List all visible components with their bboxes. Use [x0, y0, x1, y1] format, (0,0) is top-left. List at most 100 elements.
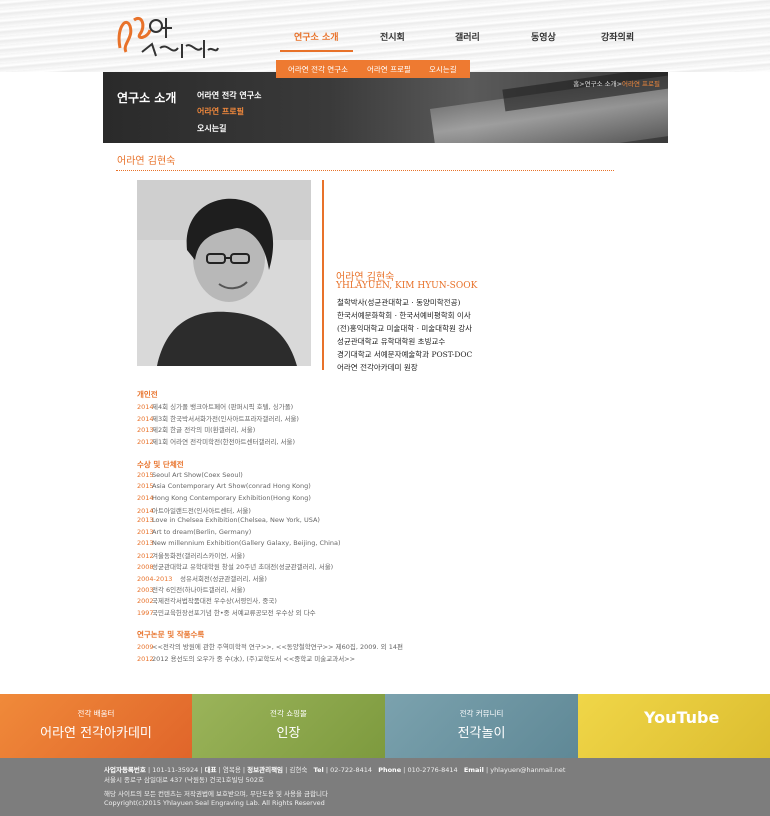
- history-row: 2003전각 6인전(하나아트갤러리, 서울): [137, 584, 245, 594]
- portrait-image: [137, 180, 311, 366]
- page-title: 어라연 김현숙: [117, 156, 176, 167]
- solo-exhibition-heading: 개인전: [137, 390, 158, 399]
- footer-address: 서울시 종로구 삼일대로 437 (낙원동) 건국1호빌딩 502호: [104, 776, 265, 784]
- footer-youtube-link[interactable]: YouTube: [578, 694, 770, 758]
- footer-email-link[interactable]: yhlayuen@hanmail.net: [490, 766, 565, 774]
- history-text: Art to dream(Berlin, Germany): [152, 527, 252, 536]
- banner-title: 연구소 소개: [117, 91, 177, 105]
- history-year: 2013: [137, 527, 154, 536]
- history-row: 2004-2013 성유서회전(성균관갤러리, 서울): [137, 573, 267, 583]
- footer-company-line: 사업자등록번호 | 101-11-35924 | 대표 | 염복용 | 정보관리…: [104, 766, 566, 774]
- history-text: 제2회 한글 전각의 미(환갤러리, 서울): [152, 426, 256, 434]
- footer-community-mark: 전각놀이: [457, 726, 506, 741]
- footer-copyright: Copyright(c)2015 Yhlayuen Seal Engraving…: [104, 799, 325, 807]
- sub-nav: 어라연 전각 연구소 어라연 프로필 오시는길: [276, 60, 470, 78]
- logo-calligraphy-icon: [117, 17, 219, 58]
- history-text: 성유서회전(성균관갤러리, 서울): [180, 574, 267, 583]
- history-row: 2013New millennium Exhibition(Gallery Ga…: [137, 539, 341, 547]
- history-row: 2013제2회 한글 전각의 미(환갤러리, 서울): [137, 424, 255, 434]
- history-year: 2002: [137, 597, 154, 606]
- history-text: New millennium Exhibition(Gallery Galaxy…: [152, 538, 341, 547]
- history-year: 2009: [137, 643, 154, 651]
- bio-line: 어라연 전각아카데미 원장: [337, 363, 418, 372]
- awards-heading: 수상 및 단체전: [137, 460, 184, 469]
- footer-academy-link[interactable]: 전각 배움터 어라연 전각아카데미: [0, 694, 192, 758]
- nav-lecture[interactable]: 강좌의뢰: [601, 30, 634, 43]
- history-row: 2013Art to dream(Berlin, Germany): [137, 528, 251, 536]
- footer-info: 사업자등록번호 | 101-11-35924 | 대표 | 염복용 | 정보관리…: [0, 758, 770, 816]
- history-text: 국민교육헌장선포기념 한•중 서예교류공모전 우수상 외 다수: [152, 608, 316, 617]
- history-year: 2014: [137, 414, 154, 423]
- history-text: 성균관대학교 유학대학원 창설 20주년 초대전(성균관갤러리, 서울): [152, 563, 334, 572]
- breadcrumb: 홈>연구소 소개>어라연 프로필: [573, 78, 660, 88]
- profile-divider: [322, 180, 324, 370]
- bio-line: 한국서예문화학회 · 한국서예비평학회 이사: [337, 311, 471, 320]
- history-row: 2012제1회 어라연 전각미학전(한전아트센터갤러리, 서울): [137, 436, 295, 446]
- history-year: 2013: [137, 538, 154, 547]
- history-text: 제4회 싱가폴 뱅크아트페어 (판퍼시픽 호텔, 싱가폴): [152, 403, 294, 411]
- history-text: 전각 6인전(하나아트갤러리, 서울): [152, 586, 246, 594]
- nav-active-underline: [280, 50, 353, 52]
- history-text: 국제전각서법작품대전 우수상(서령인사, 중국): [152, 597, 277, 606]
- history-year: 2013: [137, 516, 154, 525]
- history-text: 제1회 어라연 전각미학전(한전아트센터갤러리, 서울): [152, 437, 296, 446]
- nav-exhibition[interactable]: 전시회: [380, 30, 405, 43]
- history-row: 2002국제전각서법작품대전 우수상(서령인사, 중국): [137, 595, 277, 605]
- subnav-profile[interactable]: 어라연 프로필: [367, 64, 411, 75]
- side-menu-lab[interactable]: 어라연 전각 연구소: [197, 90, 261, 101]
- history-year: 2004-2013: [137, 574, 173, 583]
- history-year: 2015: [137, 482, 154, 491]
- subnav-directions[interactable]: 오시는길: [429, 64, 457, 75]
- history-row: 2008성균관대학교 유학대학원 창설 20주년 초대전(성균관갤러리, 서울): [137, 561, 333, 571]
- nav-gallery[interactable]: 갤러리: [455, 30, 480, 43]
- history-year: 2003: [137, 586, 154, 594]
- history-text: Love in Chelsea Exhibition(Chelsea, New …: [152, 516, 320, 525]
- history-text: 제3회 한국박서서화가전(인사아트프라자갤러리, 서울): [152, 414, 299, 423]
- history-text: 2012 용선도의 오우가 중 수(水), (주)교학도서 <<중학교 미술교과…: [152, 654, 356, 663]
- footer-academy-mark: 어라연 전각아카데미: [40, 726, 152, 741]
- history-row: 20122012 용선도의 오우가 중 수(水), (주)교학도서 <<중학교 …: [137, 653, 355, 663]
- history-year: 2015: [137, 471, 154, 479]
- side-menu-profile[interactable]: 어라연 프로필: [197, 106, 244, 117]
- history-year: 2012: [137, 437, 154, 446]
- bio-line: (전)홍익대학교 미술대학 · 미술대학원 강사: [337, 324, 473, 333]
- history-text: Hong Kong Contemporary Exhibition(Hong K…: [152, 493, 311, 502]
- footer-academy-label: 전각 배움터: [77, 709, 115, 718]
- history-text: Asia Contemporary Art Show(conrad Hong K…: [152, 482, 311, 491]
- papers-heading: 연구논문 및 작품수록: [137, 630, 205, 639]
- history-row: 2014제4회 싱가폴 뱅크아트페어 (판퍼시픽 호텔, 싱가폴): [137, 401, 293, 411]
- history-year: 2008: [137, 563, 154, 572]
- footer-notice: 해당 사이트의 모든 컨텐츠는 저작권법에 보호받으며, 무단도용 및 사용을 …: [104, 790, 328, 798]
- side-menu-directions[interactable]: 오시는길: [197, 123, 226, 134]
- history-year: 2014: [137, 493, 154, 502]
- breadcrumb-path: 홈>연구소 소개>: [573, 80, 623, 88]
- history-row: 2014제3회 한국박서서화가전(인사아트프라자갤러리, 서울): [137, 413, 299, 423]
- history-text: 아트아일랜드전(인사아트센터, 서울): [152, 506, 251, 515]
- history-row: 2013Love in Chelsea Exhibition(Chelsea, …: [137, 516, 320, 524]
- history-year: 2014: [137, 506, 154, 515]
- history-row: 1997국민교육헌장선포기념 한•중 서예교류공모전 우수상 외 다수: [137, 607, 316, 617]
- history-text: Seoul Art Show(Coex Seoul): [152, 471, 243, 479]
- history-year: 1997: [137, 608, 154, 617]
- history-year: 2012: [137, 552, 154, 561]
- bio-line: 성균관대학교 유학대학원 초빙교수: [337, 337, 446, 346]
- breadcrumb-current: 어라연 프로필: [622, 80, 660, 88]
- history-row: 2014아트아일랜드전(인사아트센터, 서울): [137, 505, 251, 515]
- profile-photo: [137, 180, 311, 366]
- footer-shop-mark: 인장: [276, 726, 301, 741]
- youtube-icon: YouTube: [644, 708, 720, 727]
- footer-community-link[interactable]: 전각 커뮤니티 전각놀이: [385, 694, 578, 758]
- footer-shop-link[interactable]: 전각 쇼핑몰 인장: [192, 694, 385, 758]
- logo[interactable]: [112, 8, 222, 64]
- nav-about[interactable]: 연구소 소개: [294, 30, 339, 43]
- history-row: 2009<<전각의 방원에 관한 주역미학적 연구>>, <<동양철학연구>> …: [137, 641, 403, 651]
- sub-banner: 연구소 소개 어라연 전각 연구소 어라연 프로필 오시는길 홈>연구소 소개>…: [103, 72, 668, 143]
- history-text: <<전각의 방원에 관한 주역미학적 연구>>, <<동양철학연구>> 제60집…: [152, 643, 403, 651]
- history-year: 2014: [137, 403, 154, 411]
- subnav-lab[interactable]: 어라연 전각 연구소: [288, 64, 348, 75]
- history-year: 2012: [137, 654, 154, 663]
- history-text: 겨울동화전(갤러리스카이연, 서울): [152, 552, 245, 561]
- nav-video[interactable]: 동영상: [531, 30, 556, 43]
- history-row: 2015Asia Contemporary Art Show(conrad Ho…: [137, 482, 311, 490]
- bio-line: 철학박사(성균관대학교 · 동양미학전공): [337, 298, 461, 307]
